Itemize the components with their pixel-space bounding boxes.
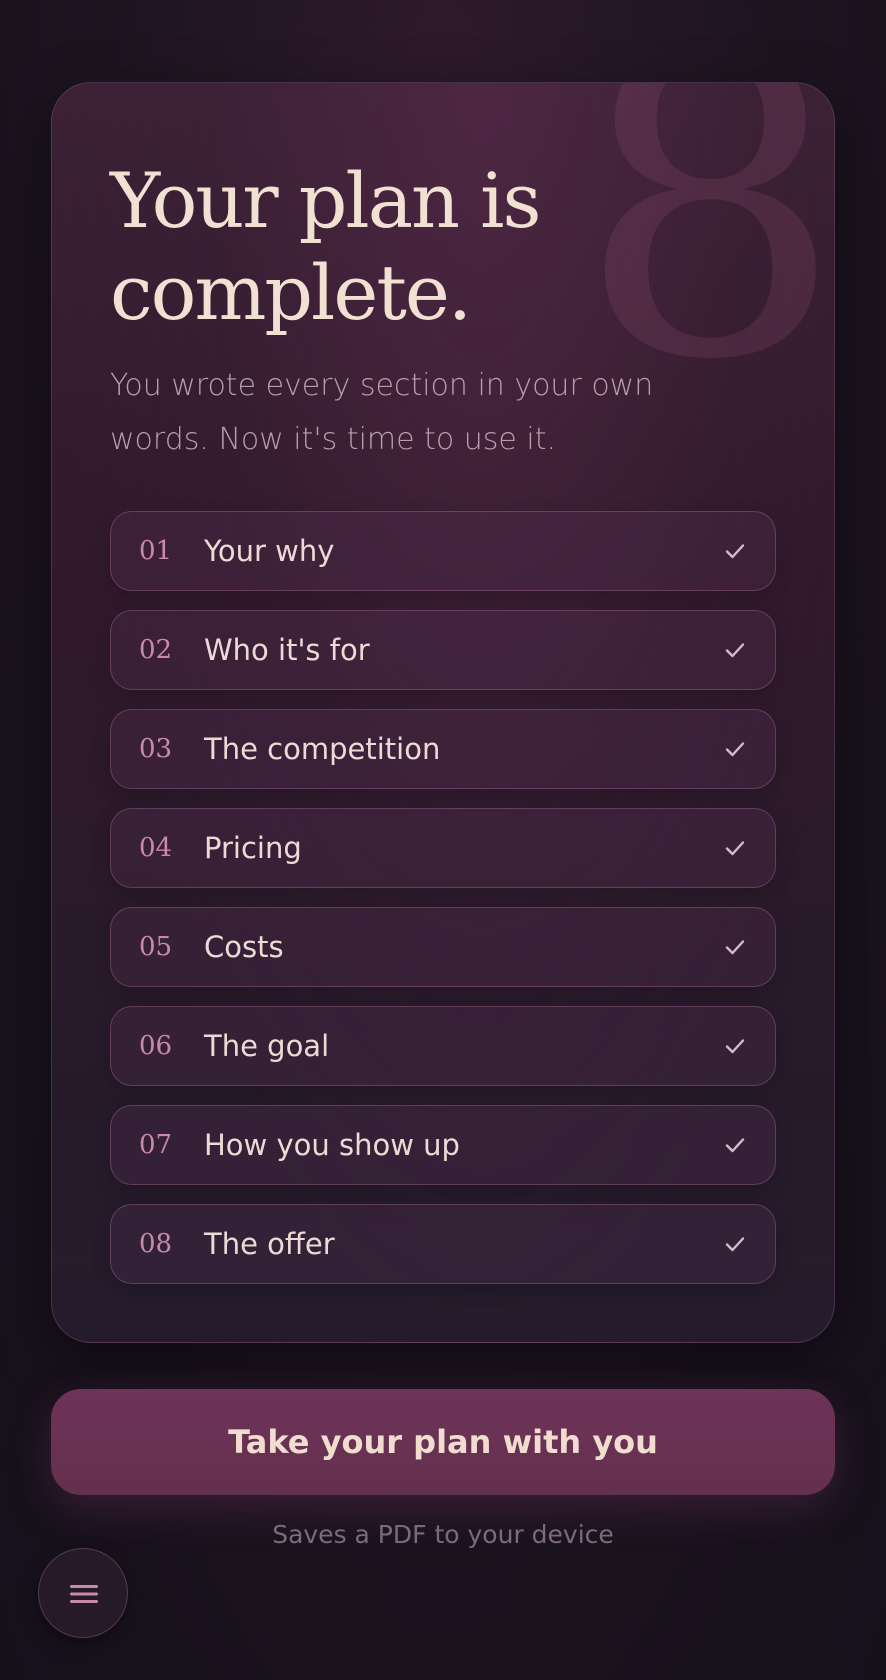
download-plan-button[interactable]: Take your plan with you [51,1389,835,1495]
section-item-your-why[interactable]: 01 Your why [110,511,776,591]
section-number: 05 [139,932,173,962]
section-label: The goal [204,1029,330,1063]
page-title: Your plan is complete. [110,156,541,337]
check-icon [725,1138,745,1153]
section-number: 07 [139,1130,173,1160]
section-label: Costs [204,930,284,964]
check-icon [725,742,745,757]
check-icon [725,544,745,559]
section-label: The offer [204,1227,335,1261]
section-number: 02 [139,635,173,665]
section-label: Pricing [204,831,302,865]
section-number: 08 [139,1229,173,1259]
check-icon [725,1237,745,1252]
section-item-the-competition[interactable]: 03 The competition [110,709,776,789]
hamburger-menu-icon [70,1585,98,1603]
section-list: 01 Your why 02 Who it's for 03 The compe… [110,511,776,1303]
section-item-the-offer[interactable]: 08 The offer [110,1204,776,1284]
menu-button[interactable] [38,1548,128,1638]
section-item-pricing[interactable]: 04 Pricing [110,808,776,888]
section-number: 01 [139,536,173,566]
section-number: 04 [139,833,173,863]
section-item-costs[interactable]: 05 Costs [110,907,776,987]
page-subtitle: You wrote every section in your own word… [110,368,654,457]
section-item-how-you-show-up[interactable]: 07 How you show up [110,1105,776,1185]
plan-summary-card: 8 Your plan is complete. You wrote every… [51,82,835,1343]
download-hint: Saves a PDF to your device [272,1520,614,1549]
section-label: Who it's for [204,633,370,667]
section-label: The competition [204,732,441,766]
section-number: 03 [139,734,173,764]
check-icon [725,841,745,856]
section-item-who-its-for[interactable]: 02 Who it's for [110,610,776,690]
check-icon [725,1039,745,1054]
check-icon [725,940,745,955]
section-item-the-goal[interactable]: 06 The goal [110,1006,776,1086]
section-label: How you show up [204,1128,460,1162]
section-number: 06 [139,1031,173,1061]
check-icon [725,643,745,658]
section-label: Your why [204,534,335,568]
